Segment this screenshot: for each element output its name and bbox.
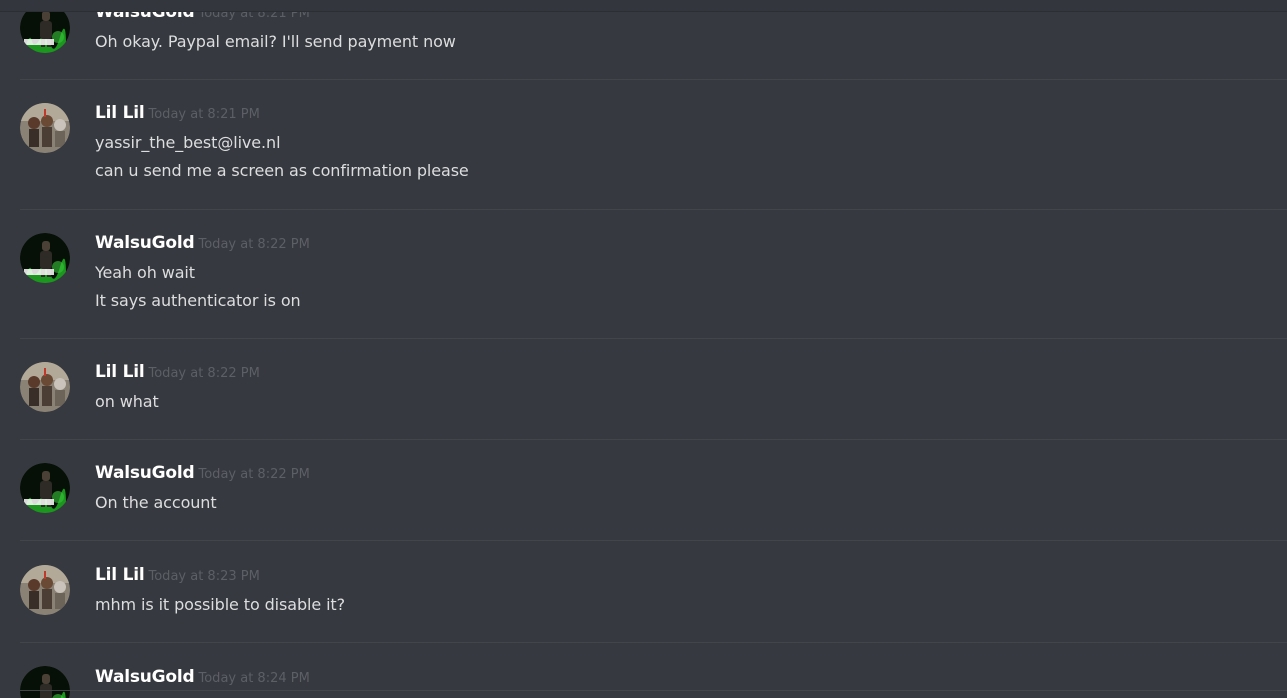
username[interactable]: Lil Lil — [95, 565, 145, 585]
timestamp[interactable]: Today at 8:22 PM — [199, 467, 310, 482]
timestamp[interactable]: Today at 8:24 PM — [199, 671, 310, 686]
message-group: Lil Lil Today at 8:21 PM yassir_the_best@… — [20, 80, 1287, 209]
message-header: Lil Lil Today at 8:21 PM — [95, 103, 260, 125]
top-divider — [0, 0, 1287, 12]
username[interactable]: Lil Lil — [95, 362, 145, 382]
message-text: It says authenticator is on — [95, 291, 301, 310]
message-text: mhm is it possible to disable it? — [95, 595, 345, 614]
timestamp[interactable]: Today at 8:21 PM — [149, 107, 260, 122]
message-text: yassir_the_best@live.nl — [95, 133, 281, 152]
message-header: WalsuGold Today at 8:24 PM — [95, 667, 310, 689]
message-text: can u send me a screen as confirmation p… — [95, 161, 469, 180]
message-header: WalsuGold Today at 8:22 PM — [95, 233, 310, 255]
message-header: WalsuGold Today at 8:22 PM — [95, 463, 310, 485]
username[interactable]: WalsuGold — [95, 233, 195, 253]
message-text: On the account — [95, 493, 217, 512]
message-group: Lil Lil Today at 8:22 PM on what — [20, 339, 1287, 439]
message-text: Yeah oh wait — [95, 263, 195, 282]
walsugold-avatar-icon[interactable] — [20, 463, 70, 513]
message-header: Lil Lil Today at 8:23 PM — [95, 565, 260, 587]
lil-lil-avatar-icon[interactable] — [20, 362, 70, 412]
timestamp[interactable]: Today at 8:22 PM — [199, 237, 310, 252]
username[interactable]: WalsuGold — [95, 463, 195, 483]
lil-lil-avatar-icon[interactable] — [20, 565, 70, 615]
message-text: on what — [95, 392, 159, 411]
message-group: Lil Lil Today at 8:23 PM mhm is it possib… — [20, 541, 1287, 642]
message-group: WalsuGold Today at 8:22 PM Yeah oh wait I… — [20, 210, 1287, 338]
username[interactable]: WalsuGold — [95, 667, 195, 687]
timestamp[interactable]: Today at 8:22 PM — [149, 366, 260, 381]
message-divider — [20, 690, 1287, 691]
message-group: WalsuGold Today at 8:22 PM On the account — [20, 440, 1287, 540]
timestamp[interactable]: Today at 8:23 PM — [149, 569, 260, 584]
username[interactable]: Lil Lil — [95, 103, 145, 123]
chat-message-list[interactable]: WalsuGold Today at 8:21 PM Oh okay. Paypa… — [0, 0, 1287, 698]
message-text: Oh okay. Paypal email? I'll send payment… — [95, 32, 456, 51]
walsugold-avatar-icon[interactable] — [20, 666, 70, 698]
message-header: Lil Lil Today at 8:22 PM — [95, 362, 260, 384]
walsugold-avatar-icon[interactable] — [20, 233, 70, 283]
lil-lil-avatar-icon[interactable] — [20, 103, 70, 153]
